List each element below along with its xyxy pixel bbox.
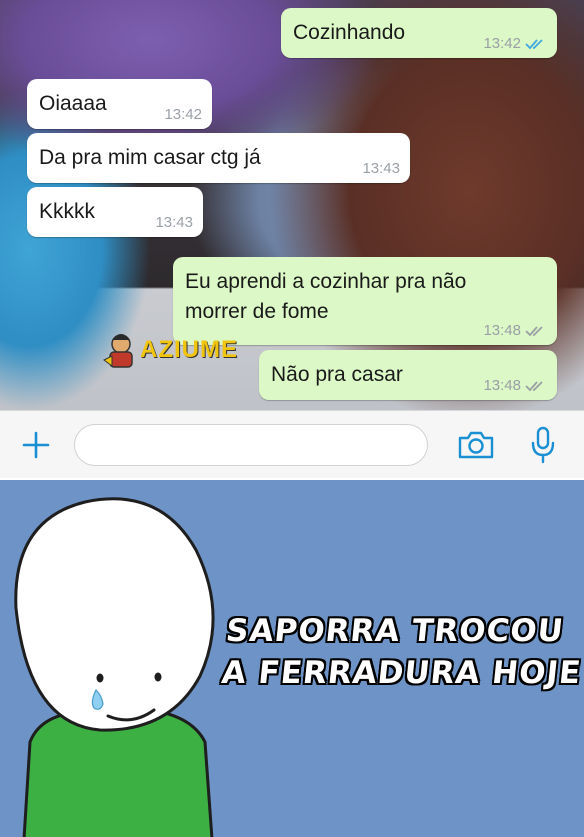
message-bubble-incoming[interactable]: Oiaaaa 13:42 bbox=[27, 79, 212, 129]
message-input-bar bbox=[0, 410, 584, 478]
read-receipt-icon bbox=[525, 38, 543, 49]
message-time: 13:43 bbox=[155, 214, 193, 231]
message-text: Não pra casar bbox=[271, 363, 403, 386]
meme-caption-line: SAPORRA TROCOU bbox=[224, 613, 566, 649]
meme-caption-line: A FERRADURA HOJE bbox=[219, 655, 584, 691]
meme-caption: SAPORRA TROCOU A FERRADURA HOJE bbox=[219, 610, 584, 694]
message-time: 13:42 bbox=[483, 35, 521, 52]
message-text: Cozinhando bbox=[293, 21, 406, 44]
watermark-logo: AZIUME bbox=[100, 330, 250, 370]
message-text: Da pra mim casar ctg já bbox=[39, 146, 261, 169]
message-time: 13:42 bbox=[164, 106, 202, 123]
message-bubble-outgoing[interactable]: Não pra casar 13:48 bbox=[259, 350, 557, 400]
delivered-receipt-icon bbox=[525, 380, 543, 391]
message-text: Oiaaaa bbox=[39, 92, 107, 115]
camera-icon[interactable] bbox=[457, 430, 495, 460]
meme-panel: SAPORRA TROCOU A FERRADURA HOJE bbox=[0, 478, 584, 837]
message-text: Kkkkk bbox=[39, 200, 96, 223]
plus-icon[interactable] bbox=[22, 431, 50, 459]
watermark-text: AZIUME bbox=[140, 336, 238, 363]
message-time: 13:48 bbox=[483, 377, 521, 394]
message-bubble-incoming[interactable]: Kkkkk 13:43 bbox=[27, 187, 203, 237]
message-time: 13:43 bbox=[362, 160, 400, 177]
mascot-icon bbox=[103, 334, 133, 368]
chat-screenshot: Cozinhando 13:42 Oiaaaa 13:42 Da pra mim… bbox=[0, 0, 584, 410]
crying-stickman-illustration bbox=[14, 497, 215, 837]
message-time: 13:48 bbox=[483, 322, 521, 339]
microphone-icon[interactable] bbox=[530, 426, 556, 464]
message-bubble-outgoing[interactable]: Cozinhando 13:42 bbox=[281, 8, 557, 58]
message-input[interactable] bbox=[74, 424, 428, 466]
message-bubble-incoming[interactable]: Da pra mim casar ctg já 13:43 bbox=[27, 133, 410, 183]
message-text-line: Eu aprendi a cozinhar pra não bbox=[185, 270, 467, 293]
message-text-line: morrer de fome bbox=[185, 300, 329, 323]
delivered-receipt-icon bbox=[525, 325, 543, 336]
